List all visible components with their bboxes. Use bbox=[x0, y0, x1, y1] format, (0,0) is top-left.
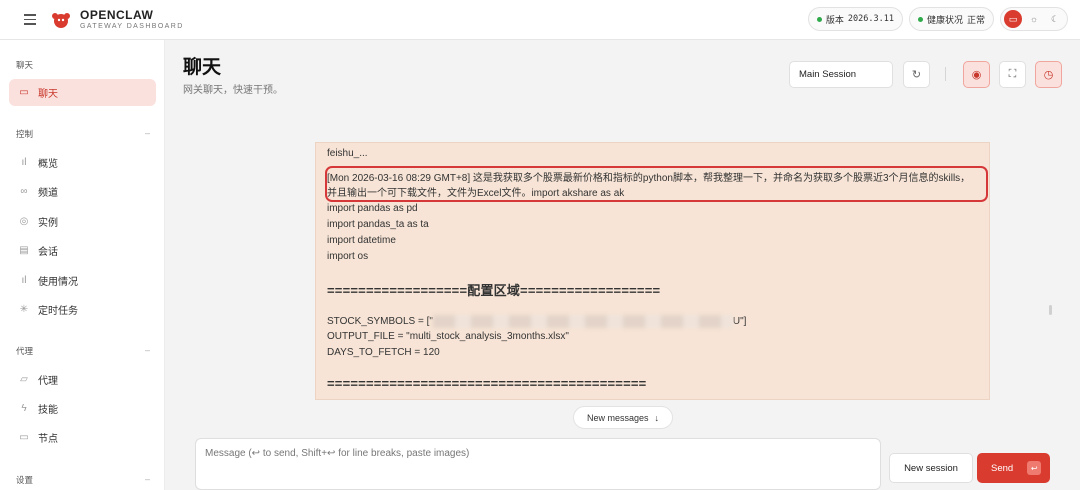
sidebar-item-label: 代理 bbox=[38, 376, 58, 387]
chat-message: feishu_... [Mon 2026-03-16 08:29 GMT+8] … bbox=[315, 142, 990, 400]
sidebar-item-cron[interactable]: ✳ 定时任务 bbox=[9, 296, 156, 323]
top-bar: OPENCLAW GATEWAY DASHBOARD 版本 2026.3.11 … bbox=[0, 0, 1080, 40]
version-value: 2026.3.11 bbox=[847, 14, 894, 24]
code-line: OUTPUT_FILE = "multi_stock_analysis_3mon… bbox=[327, 331, 569, 342]
collapse-icon[interactable]: – bbox=[145, 128, 150, 140]
spinner-icon: ✳ bbox=[19, 304, 29, 315]
section-title: 聊天 bbox=[16, 60, 34, 70]
sidebar-section-agents[interactable]: 代理 – bbox=[16, 345, 150, 357]
section-title: 控制 bbox=[16, 129, 34, 139]
sidebar-item-skills[interactable]: ϟ 技能 bbox=[9, 395, 156, 422]
message-input[interactable]: Message (↩ to send, Shift+↩ for line bre… bbox=[195, 438, 881, 490]
folder-icon: ▱ bbox=[20, 374, 28, 385]
sidebar-item-label: 概览 bbox=[38, 159, 58, 170]
sidebar-section-settings[interactable]: 设置 – bbox=[16, 474, 150, 486]
sidebar-item-instances[interactable]: ◎ 实例 bbox=[9, 208, 156, 235]
chat-bubble-icon: ▭ bbox=[19, 87, 29, 98]
menu-icon[interactable] bbox=[20, 10, 40, 30]
sidebar-item-channels[interactable]: ∞ 频道 bbox=[9, 178, 156, 205]
version-badge: 版本 2026.3.11 bbox=[807, 7, 903, 31]
bar-chart-icon: ıl bbox=[21, 157, 27, 168]
health-badge: 健康状况 正常 bbox=[908, 7, 994, 31]
sidebar-item-sessions[interactable]: ▤ 会话 bbox=[9, 237, 156, 264]
sidebar-item-label: 技能 bbox=[38, 405, 58, 416]
bar-chart-icon: ıl bbox=[21, 275, 27, 286]
code-line: DAYS_TO_FETCH = 120 bbox=[327, 347, 440, 358]
monitor-icon[interactable]: ▭ bbox=[1004, 10, 1022, 28]
health-label: 健康状况 bbox=[926, 14, 963, 25]
clock-icon: ◷ bbox=[1043, 69, 1054, 81]
refresh-button[interactable]: ↻ bbox=[903, 61, 930, 88]
code-line: import pandas_ta as ta bbox=[327, 219, 429, 230]
sidebar-item-chat[interactable]: ▭ 聊天 bbox=[9, 79, 156, 106]
code-line-stock-symbols: STOCK_SYMBOLS = [" U"] bbox=[327, 315, 746, 328]
app-name: OPENCLAW bbox=[80, 8, 154, 22]
sidebar-item-overview[interactable]: ıl 概览 bbox=[9, 149, 156, 176]
new-messages-button[interactable]: New messages ↓ bbox=[573, 406, 673, 429]
brain-icon: ◉ bbox=[971, 69, 982, 81]
link-icon: ∞ bbox=[20, 186, 28, 197]
sidebar-item-nodes[interactable]: ▭ 节点 bbox=[9, 424, 156, 451]
document-icon: ▤ bbox=[19, 245, 29, 256]
sidebar-section-chat[interactable]: 聊天 bbox=[16, 59, 150, 71]
config-section-header: ==================配置区域================== bbox=[327, 283, 661, 298]
toolbar-divider bbox=[945, 67, 946, 81]
new-session-button[interactable]: New session bbox=[889, 453, 973, 483]
history-button[interactable]: ◷ bbox=[1035, 61, 1062, 88]
broadcast-icon: ◎ bbox=[19, 216, 29, 227]
section-title: 代理 bbox=[16, 346, 34, 356]
monitor-icon: ▭ bbox=[19, 432, 29, 443]
sidebar-item-label: 使用情况 bbox=[38, 277, 78, 288]
send-label: Send bbox=[991, 462, 1014, 474]
brand: OPENCLAW GATEWAY DASHBOARD bbox=[80, 9, 184, 30]
version-label: 版本 bbox=[825, 14, 844, 25]
send-button[interactable]: Send ↩ bbox=[977, 453, 1050, 483]
status-dot-icon bbox=[917, 16, 923, 22]
sidebar-item-label: 实例 bbox=[38, 218, 58, 229]
moon-icon[interactable]: ☾ bbox=[1046, 10, 1064, 28]
page-subtitle: 网关聊天，快速干预。 bbox=[183, 85, 283, 96]
refresh-icon: ↻ bbox=[911, 69, 922, 81]
thinking-toggle-button[interactable]: ◉ bbox=[963, 61, 990, 88]
collapse-icon[interactable]: – bbox=[145, 474, 150, 486]
sidebar-item-label: 定时任务 bbox=[38, 306, 78, 317]
stock-symbols-suffix: U"] bbox=[732, 316, 747, 328]
session-select[interactable]: Main Session bbox=[789, 61, 893, 88]
sidebar-item-agents[interactable]: ▱ 代理 bbox=[9, 366, 156, 393]
focus-button[interactable]: ⛶ bbox=[999, 61, 1026, 88]
message-sender: feishu_... bbox=[327, 148, 368, 159]
scrollbar-thumb[interactable] bbox=[1049, 305, 1052, 315]
focus-icon: ⛶ bbox=[1008, 68, 1017, 80]
sun-icon[interactable]: ☼ bbox=[1025, 10, 1043, 28]
sidebar-item-usage[interactable]: ıl 使用情况 bbox=[9, 267, 156, 294]
new-messages-label: New messages bbox=[586, 412, 649, 423]
highlighted-message-text: [Mon 2026-03-16 08:29 GMT+8] 这是我获取多个股票最新… bbox=[327, 173, 971, 199]
section-title: 设置 bbox=[16, 475, 34, 485]
code-line: import pandas as pd bbox=[327, 203, 418, 214]
theme-switcher: ▭ ☼ ☾ bbox=[1000, 7, 1068, 31]
code-separator: ========================================… bbox=[327, 376, 647, 391]
enter-key-icon: ↩ bbox=[1027, 461, 1042, 475]
redacted-region bbox=[432, 315, 733, 328]
arrow-down-icon: ↓ bbox=[654, 412, 660, 423]
logo-icon bbox=[52, 12, 70, 28]
stock-symbols-prefix: STOCK_SYMBOLS = [" bbox=[327, 316, 433, 328]
code-line: import datetime bbox=[327, 235, 396, 246]
sidebar-item-label: 聊天 bbox=[38, 89, 58, 100]
app-subtitle: GATEWAY DASHBOARD bbox=[80, 23, 184, 30]
health-value: 正常 bbox=[966, 14, 985, 25]
collapse-icon[interactable]: – bbox=[145, 345, 150, 357]
code-line: import os bbox=[327, 251, 369, 262]
sidebar: 聊天 ▭ 聊天 控制 – ıl 概览 ∞ 频道 ◎ 实例 ▤ 会话 ıl 使用情… bbox=[0, 40, 165, 490]
sidebar-section-control[interactable]: 控制 – bbox=[16, 128, 150, 140]
status-dot-icon bbox=[816, 16, 822, 22]
lightning-icon: ϟ bbox=[21, 403, 27, 414]
page-title: 聊天 bbox=[183, 57, 222, 78]
sidebar-item-label: 频道 bbox=[38, 188, 58, 199]
sidebar-item-label: 节点 bbox=[38, 434, 58, 445]
sidebar-item-label: 会话 bbox=[38, 247, 58, 258]
